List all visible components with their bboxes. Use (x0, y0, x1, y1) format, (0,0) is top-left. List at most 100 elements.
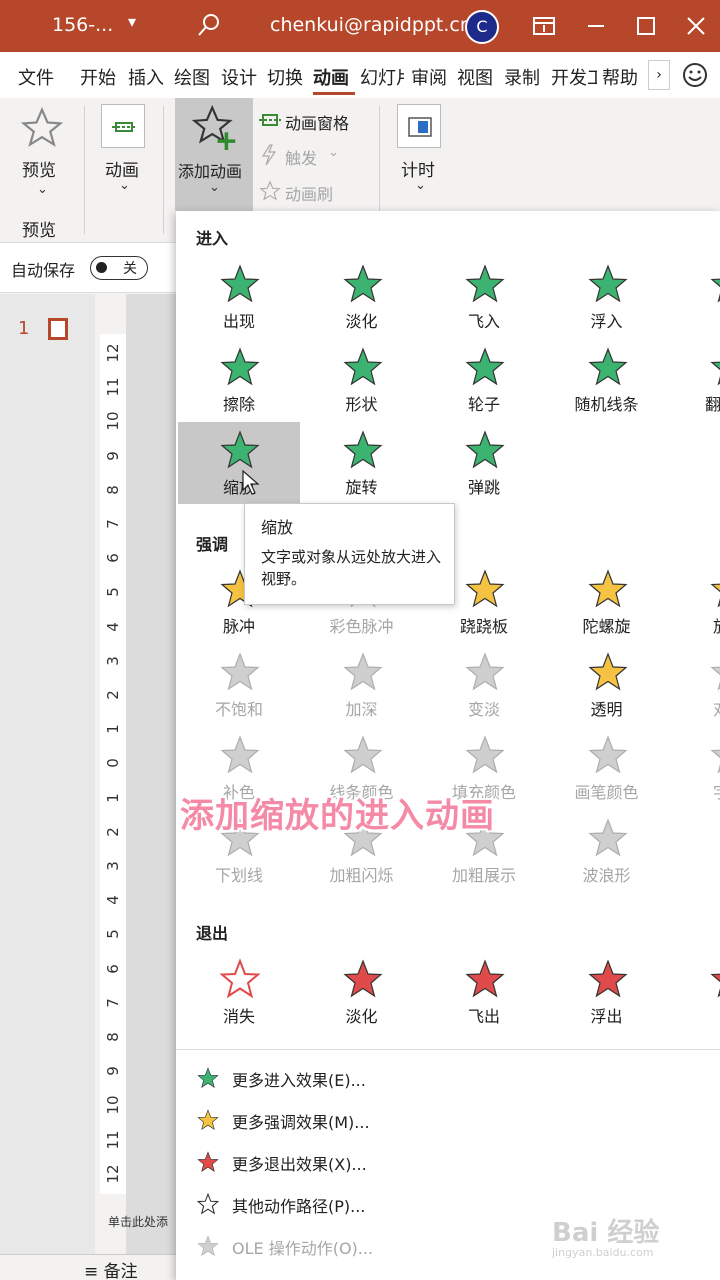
preview-caret[interactable]: ⌄ (37, 182, 48, 197)
ruler-tick: 9 (104, 1066, 122, 1076)
timing-caret[interactable]: ⌄ (415, 178, 426, 193)
entrance-effect[interactable]: 弹跳 (423, 422, 545, 504)
entrance-effect[interactable]: 劈 (668, 256, 720, 338)
tab-transitions[interactable]: 切换 (267, 64, 303, 90)
emphasis-effect[interactable]: 加深 (301, 644, 423, 726)
trigger-lightning-icon (261, 144, 277, 166)
emphasis-star-icon (710, 583, 720, 608)
emphasis-effect[interactable]: 放大 (668, 561, 720, 643)
autosave-toggle[interactable]: 关 (90, 256, 148, 280)
animation-style-gallery[interactable] (101, 104, 145, 148)
emphasis-effect[interactable]: 变淡 (423, 644, 545, 726)
entrance-effect[interactable]: 浮入 (546, 256, 668, 338)
entrance-effect[interactable]: 擦除 (178, 339, 300, 421)
account-email[interactable]: chenkui@rapidppt.cn (270, 14, 472, 36)
ribbon-tab-bar: 文件 开始 插入 绘图 设计 切换 动画 幻灯片 审阅 视图 录制 开发工 帮助… (0, 52, 720, 98)
tab-record[interactable]: 录制 (504, 64, 540, 90)
animation-pane-icon (259, 114, 281, 126)
effect-label: 彩色脉冲 (329, 617, 394, 636)
animation-painter-icon (259, 180, 281, 201)
tab-design[interactable]: 设计 (221, 64, 257, 90)
ruler-tick: 6 (104, 963, 122, 974)
autosave-state: 关 (123, 261, 137, 277)
avatar[interactable]: C (465, 10, 499, 44)
emphasis-star-icon (220, 735, 260, 774)
effect-label: 旋转 (345, 478, 378, 497)
ruler-tick: 8 (104, 1032, 122, 1042)
animation-style-icon (112, 122, 136, 132)
tab-review[interactable]: 审阅 (411, 64, 447, 90)
exit-effect[interactable]: 淡化 (301, 951, 423, 1033)
effect-label: 出现 (222, 312, 255, 331)
entrance-effect[interactable]: 随机线条 (546, 339, 668, 421)
minimize-icon[interactable] (582, 12, 610, 40)
title-dropdown-caret[interactable]: ▾ (128, 12, 136, 31)
slide-thumbnail[interactable] (48, 318, 68, 340)
entrance-effect[interactable]: 形状 (301, 339, 423, 421)
gallery-divider (176, 1049, 720, 1050)
entrance-effect[interactable]: 翻转式 (668, 339, 720, 421)
tabs-scroll-right-button[interactable]: › (648, 60, 670, 90)
more-emphasis-effects-item[interactable]: 更多强调效果(M)... (196, 1104, 696, 1138)
entrance-effect[interactable]: 旋转 (301, 422, 423, 504)
tab-help[interactable]: 帮助 (602, 64, 638, 90)
tab-file[interactable]: 文件 (18, 64, 54, 90)
tab-draw[interactable]: 绘图 (174, 64, 210, 90)
entrance-effect[interactable]: 出现 (178, 256, 300, 338)
tab-view[interactable]: 视图 (457, 64, 493, 90)
emphasis-effect[interactable]: 字体 (668, 727, 720, 809)
more-emphasis-effects-icon (197, 1109, 219, 1131)
slide-canvas[interactable] (126, 294, 176, 1254)
tab-slideshow[interactable]: 幻灯片 (360, 64, 404, 90)
exit-star-icon (710, 973, 720, 998)
ruler-tick: 3 (104, 861, 122, 871)
maximize-icon[interactable] (632, 12, 660, 40)
close-icon[interactable] (682, 12, 710, 40)
timing-icon (408, 117, 432, 137)
more-entrance-effects-icon (197, 1067, 219, 1089)
emphasis-effect[interactable]: 画笔颜色 (546, 727, 668, 809)
emphasis-effect[interactable]: 波浪形 (546, 810, 668, 892)
tab-home[interactable]: 开始 (80, 64, 116, 90)
emphasis-effect[interactable]: 陀螺旋 (546, 561, 668, 643)
entrance-effect[interactable]: 缩放 (178, 422, 300, 504)
ribbon-display-icon[interactable] (530, 12, 558, 40)
more-exit-effects-item[interactable]: 更多退出效果(X)... (196, 1146, 696, 1180)
preview-button[interactable]: 预览 (22, 156, 56, 181)
exit-effect[interactable]: 劈 (668, 951, 720, 1033)
exit-effect[interactable]: 浮出 (546, 951, 668, 1033)
active-tab-underline (313, 92, 355, 95)
entrance-effect[interactable]: 淡化 (301, 256, 423, 338)
feedback-smiley-icon[interactable] (682, 62, 708, 88)
entrance-effect[interactable]: 轮子 (423, 339, 545, 421)
emphasis-effect[interactable]: 不饱和 (178, 644, 300, 726)
effect-label: 波浪形 (582, 866, 631, 885)
mouse-cursor-icon (242, 470, 260, 495)
animation-caret[interactable]: ⌄ (119, 178, 130, 193)
animation-pane-button[interactable]: 动画窗格 (285, 110, 349, 134)
add-animation-caret: ⌄ (209, 180, 220, 195)
exit-effect[interactable]: 消失 (178, 951, 300, 1033)
tab-developer[interactable]: 开发工 (551, 64, 597, 90)
emphasis-effect[interactable]: 对象 (668, 644, 720, 726)
slide-thumbnail-pane: 1 (0, 294, 95, 1254)
tab-insert[interactable]: 插入 (128, 64, 164, 90)
effect-label: 随机线条 (574, 395, 639, 414)
document-title[interactable]: 156-... (52, 14, 113, 36)
emphasis-effect[interactable]: 透明 (546, 644, 668, 726)
effect-label: 淡化 (345, 1007, 378, 1026)
add-animation-star-icon (191, 104, 236, 150)
timing-button-frame[interactable] (397, 104, 441, 148)
search-icon[interactable] (196, 12, 222, 38)
tab-animations[interactable]: 动画 (313, 64, 349, 90)
effect-label: 翻转式 (704, 395, 720, 414)
add-animation-button[interactable]: 添加动画 ⌄ (175, 98, 253, 211)
notes-placeholder[interactable]: 单击此处添 (108, 1213, 168, 1230)
baidu-watermark: Bai 经验 (552, 1218, 660, 1248)
notes-button[interactable]: ≡ 备注 (84, 1257, 138, 1280)
animation-painter-button[interactable]: 动画刷 (285, 181, 333, 205)
more-entrance-effects-item[interactable]: 更多进入效果(E)... (196, 1062, 696, 1096)
trigger-button[interactable]: 触发 (285, 145, 317, 169)
exit-effect[interactable]: 飞出 (423, 951, 545, 1033)
entrance-effect[interactable]: 飞入 (423, 256, 545, 338)
